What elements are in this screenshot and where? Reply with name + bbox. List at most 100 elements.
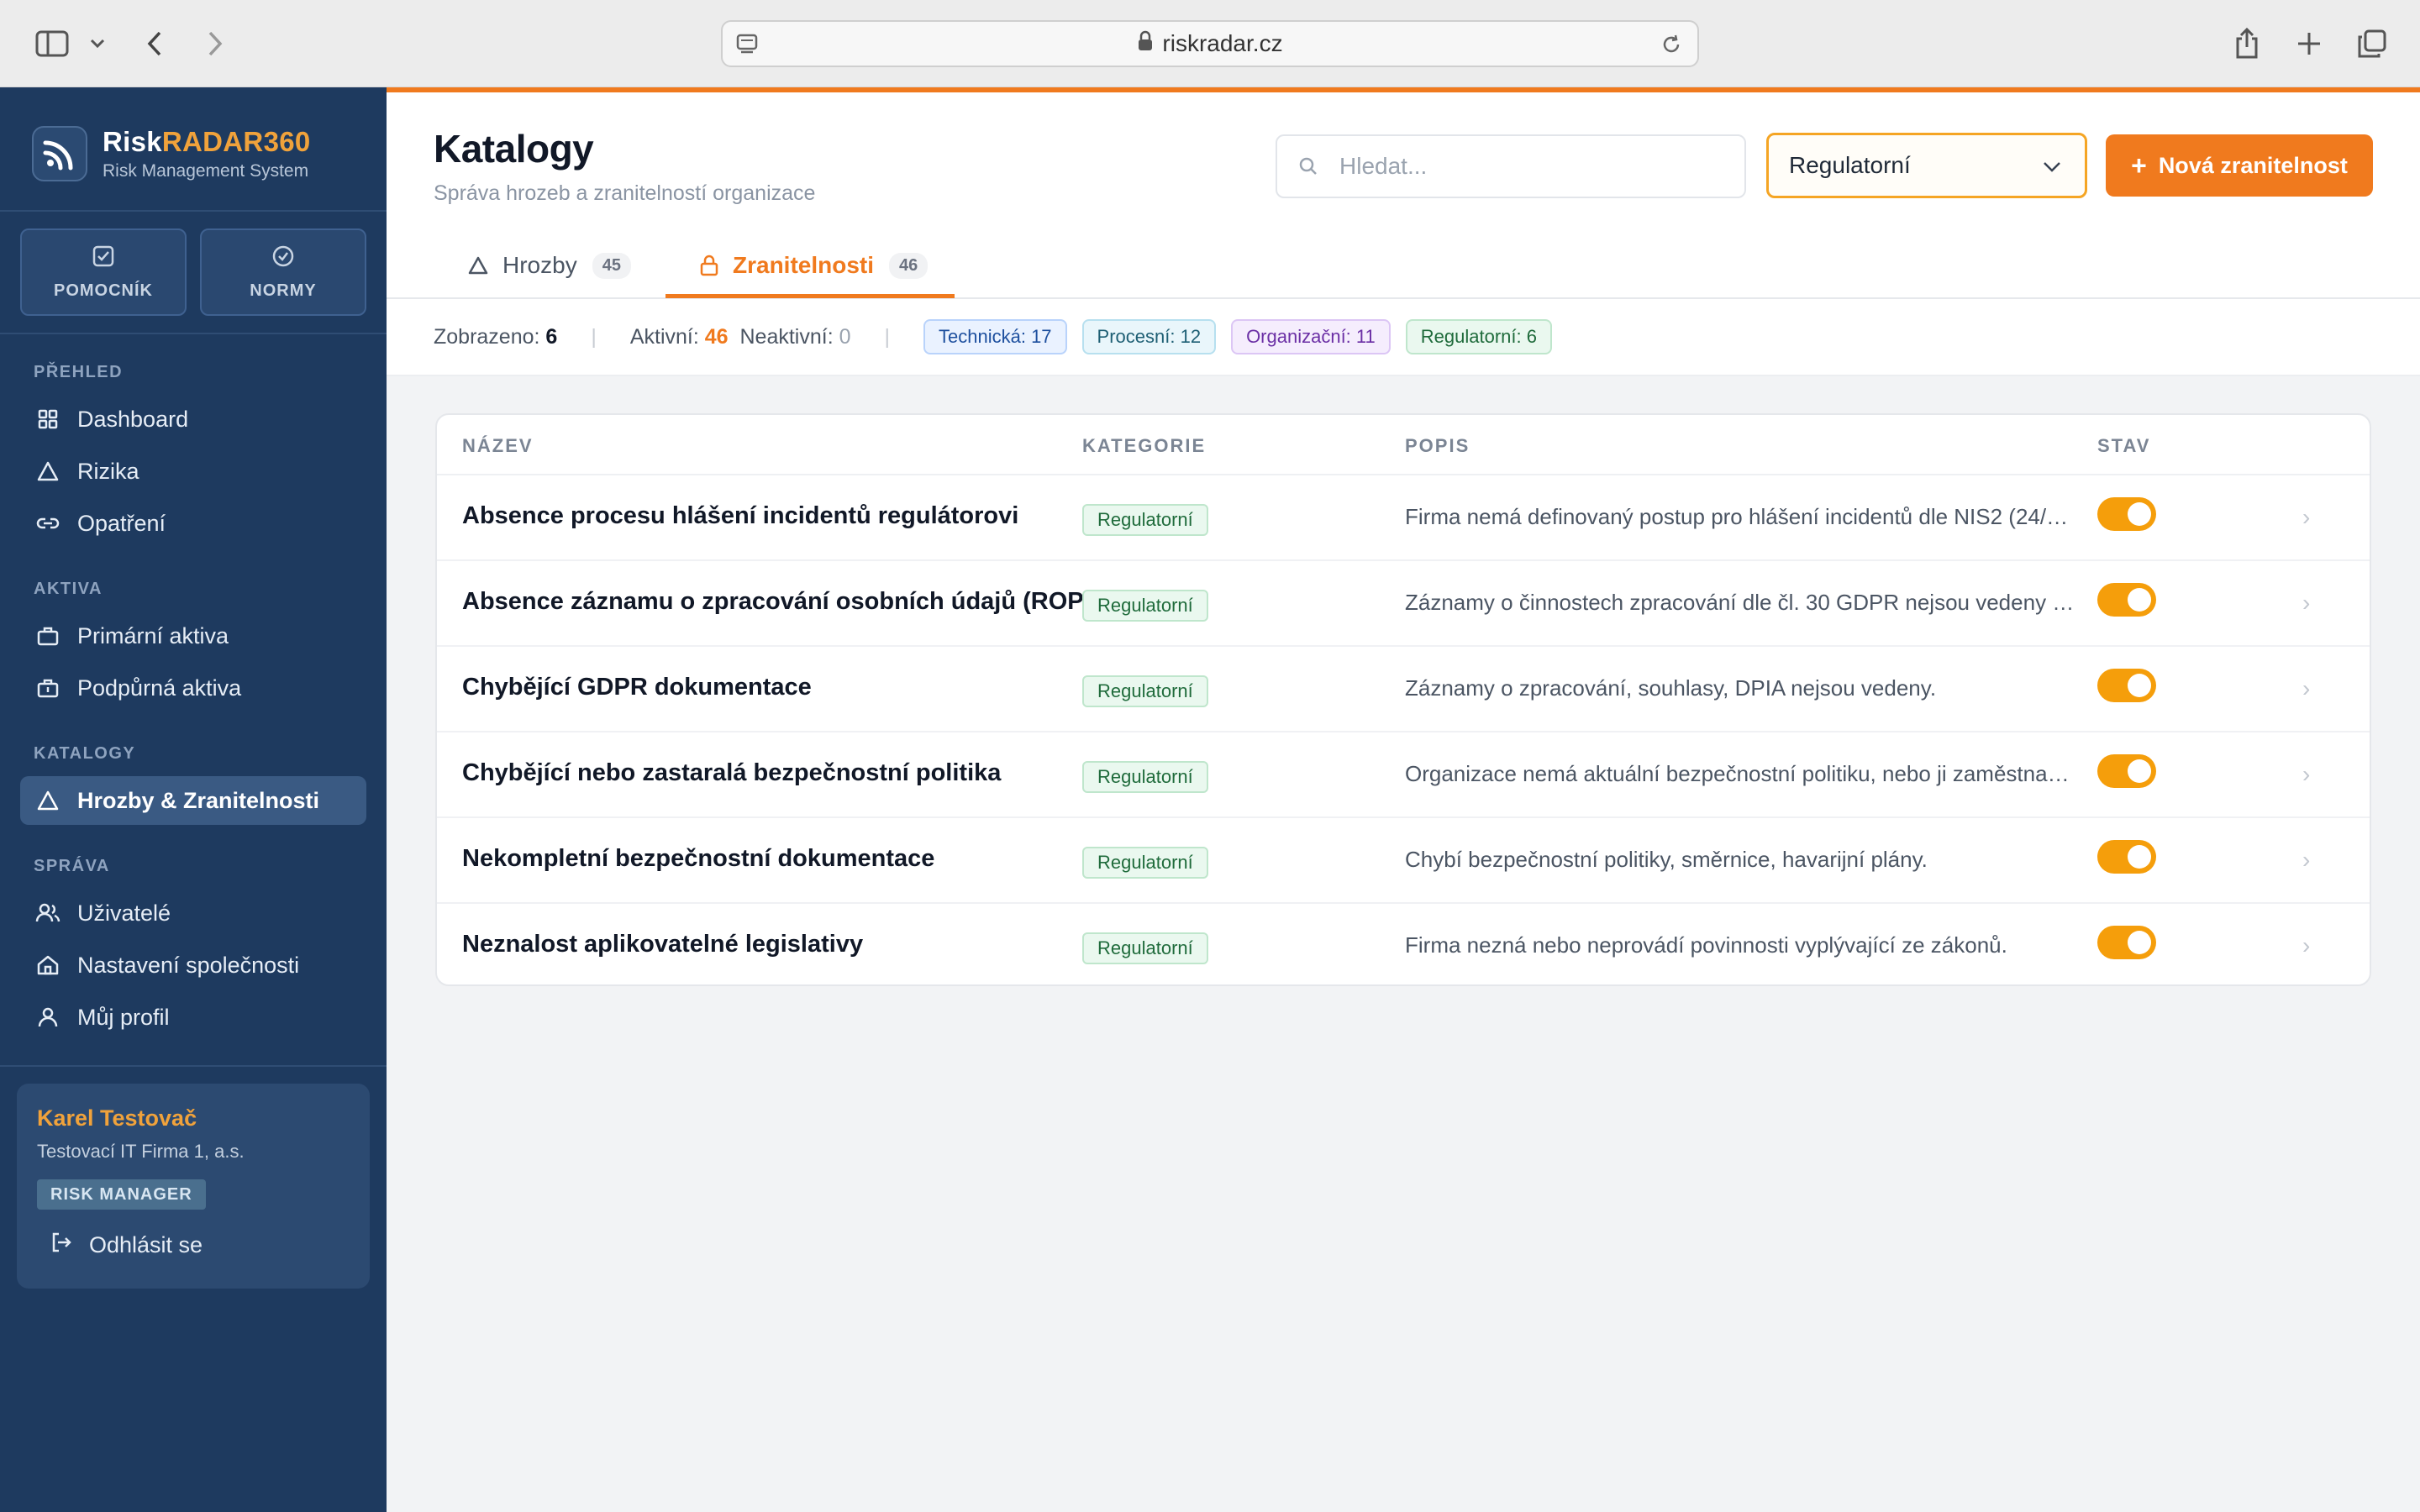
page-header: Katalogy Správa hrozeb a zranitelností o… xyxy=(387,92,2420,232)
section-title-aktiva: AKTIVA xyxy=(34,580,103,598)
chevron-right-icon[interactable]: › xyxy=(2302,504,2310,531)
pomocnik-button[interactable]: POMOCNÍK xyxy=(20,228,187,316)
stats-bar: Zobrazeno: 6 | Aktivní: 46 Neaktivní: 0 … xyxy=(387,299,2420,376)
table-row[interactable]: Absence procesu hlášení incidentů regulá… xyxy=(437,475,2370,561)
user-card: Karel Testovač Testovací IT Firma 1, a.s… xyxy=(17,1084,370,1289)
vulnerability-name: Neznalost aplikovatelné legislativy xyxy=(462,931,864,958)
brand-subtitle: Risk Management System xyxy=(103,161,309,181)
tab-bar: Hrozby 45 Zranitelnosti 46 xyxy=(387,232,2420,299)
brand-name: Risk xyxy=(103,126,162,157)
sidebar-item-rizika[interactable]: Rizika xyxy=(20,447,366,496)
sidebar-item-dashboard[interactable]: Dashboard xyxy=(20,395,366,444)
sidebar-item-opatreni[interactable]: Opatření xyxy=(20,499,366,548)
section-title-prehled: PŘEHLED xyxy=(34,363,124,381)
sidebar-item-label: Rizika xyxy=(77,458,139,484)
reload-icon[interactable] xyxy=(1659,32,1684,63)
search-input[interactable]: Hledat... xyxy=(1276,134,1746,198)
vulnerability-description: Záznamy o zpracování, souhlasy, DPIA nej… xyxy=(1405,675,1937,701)
category-badge: Regulatorní xyxy=(1082,675,1208,707)
warning-triangle-icon xyxy=(35,460,60,482)
user-organization: Testovací IT Firma 1, a.s. xyxy=(37,1141,245,1162)
tab-hrozby[interactable]: Hrozby 45 xyxy=(467,232,631,299)
active-label: Aktivní: xyxy=(629,324,699,349)
table-row[interactable]: Absence záznamu o zpracování osobních úd… xyxy=(437,561,2370,647)
link-icon xyxy=(35,516,60,531)
shown-label: Zobrazeno: xyxy=(434,324,540,349)
vulnerability-name: Chybějící GDPR dokumentace xyxy=(462,674,812,701)
tab-count: 45 xyxy=(592,252,631,279)
sidebar-item-label: Opatření xyxy=(77,510,166,536)
logout-button[interactable]: Odhlásit se xyxy=(50,1231,203,1259)
chevron-down-icon[interactable] xyxy=(87,22,108,66)
new-vulnerability-button[interactable]: + Nová zranitelnost xyxy=(2106,134,2373,197)
separator: | xyxy=(591,324,597,349)
chevron-right-icon[interactable]: › xyxy=(2302,932,2310,959)
user-icon xyxy=(35,1006,60,1028)
forward-icon[interactable] xyxy=(202,22,229,66)
sidebar-toggle-icon[interactable] xyxy=(34,22,71,66)
address-bar[interactable]: riskradar.cz xyxy=(721,20,1699,67)
category-filter-select[interactable]: Regulatorní xyxy=(1766,133,2087,198)
sidebar-item-label: Nastavení společnosti xyxy=(77,952,300,978)
page-menu-icon[interactable] xyxy=(734,32,760,63)
status-toggle[interactable] xyxy=(2097,583,2156,617)
column-header-kategorie[interactable]: KATEGORIE xyxy=(1082,435,1206,457)
page-title: Katalogy xyxy=(434,127,594,171)
back-icon[interactable] xyxy=(141,22,168,66)
sidebar-item-label: Dashboard xyxy=(77,406,189,432)
badge-check-icon xyxy=(271,244,295,273)
sidebar-item-label: Uživatelé xyxy=(77,900,171,926)
chevron-right-icon[interactable]: › xyxy=(2302,761,2310,788)
sidebar-item-uzivatele[interactable]: Uživatelé xyxy=(20,889,366,937)
role-badge: RISK MANAGER xyxy=(37,1179,206,1210)
vulnerabilities-table: NÁZEV KATEGORIE POPIS STAV Absence proce… xyxy=(435,413,2371,986)
tab-label: Zranitelnosti xyxy=(733,252,875,278)
status-toggle[interactable] xyxy=(2097,669,2156,702)
category-pill-regulatorni[interactable]: Regulatorní: 6 xyxy=(1405,319,1552,354)
briefcase-icon xyxy=(35,625,60,647)
chevron-right-icon[interactable]: › xyxy=(2302,590,2310,617)
chevron-right-icon[interactable]: › xyxy=(2302,675,2310,702)
section-title-katalogy: KATALOGY xyxy=(34,744,136,763)
brand[interactable]: RiskRADAR360 Risk Management System xyxy=(32,126,311,181)
lock-icon xyxy=(1137,30,1154,58)
category-pill-organizacni[interactable]: Organizační: 11 xyxy=(1231,319,1391,354)
sidebar-item-hrozby-zranitelnosti[interactable]: Hrozby & Zranitelnosti xyxy=(20,776,366,825)
tab-count: 46 xyxy=(889,252,929,279)
status-toggle[interactable] xyxy=(2097,754,2156,788)
sidebar-item-podpurna-aktiva[interactable]: Podpůrná aktiva xyxy=(20,664,366,712)
separator: | xyxy=(884,324,891,349)
sidebar-item-primarni-aktiva[interactable]: Primární aktiva xyxy=(20,612,366,660)
sidebar-item-nastaveni-spolecnosti[interactable]: Nastavení společnosti xyxy=(20,941,366,990)
category-filter-value: Regulatorní xyxy=(1789,152,1911,178)
status-toggle[interactable] xyxy=(2097,926,2156,959)
normy-button[interactable]: NORMY xyxy=(200,228,366,316)
new-tab-icon[interactable] xyxy=(2292,22,2326,66)
table-row[interactable]: Nekompletní bezpečnostní dokumentace Reg… xyxy=(437,818,2370,904)
pomocnik-label: POMOCNÍK xyxy=(54,281,153,300)
status-toggle[interactable] xyxy=(2097,840,2156,874)
category-pill-procesni[interactable]: Procesní: 12 xyxy=(1081,319,1217,354)
sidebar-item-label: Podpůrná aktiva xyxy=(77,675,242,701)
table-row[interactable]: Neznalost aplikovatelné legislativy Regu… xyxy=(437,904,2370,984)
column-header-stav[interactable]: STAV xyxy=(2097,435,2150,457)
vulnerability-name: Absence procesu hlášení incidentů regulá… xyxy=(462,502,1019,529)
vulnerability-description: Záznamy o činnostech zpracování dle čl. … xyxy=(1405,590,2077,615)
category-pill-technicka[interactable]: Technická: 17 xyxy=(923,319,1067,354)
table-row[interactable]: Chybějící GDPR dokumentace Regulatorní Z… xyxy=(437,647,2370,732)
status-toggle[interactable] xyxy=(2097,497,2156,531)
vulnerability-description: Organizace nemá aktuální bezpečnostní po… xyxy=(1405,761,2077,786)
table-row[interactable]: Chybějící nebo zastaralá bezpečnostní po… xyxy=(437,732,2370,818)
vulnerability-description: Firma nemá definovaný postup pro hlášení… xyxy=(1405,504,2077,529)
chevron-right-icon[interactable]: › xyxy=(2302,847,2310,874)
tab-overview-icon[interactable] xyxy=(2354,22,2390,66)
sidebar-item-muj-profil[interactable]: Můj profil xyxy=(20,993,366,1042)
tab-zranitelnosti[interactable]: Zranitelnosti 46 xyxy=(699,232,929,299)
briefcase-icon xyxy=(35,677,60,699)
column-header-popis[interactable]: POPIS xyxy=(1405,435,1470,457)
share-icon[interactable] xyxy=(2230,22,2264,66)
plus-icon: + xyxy=(2131,150,2147,181)
active-value: 46 xyxy=(704,324,729,349)
column-header-nazev[interactable]: NÁZEV xyxy=(462,435,534,457)
section-title-sprava: SPRÁVA xyxy=(34,857,110,875)
